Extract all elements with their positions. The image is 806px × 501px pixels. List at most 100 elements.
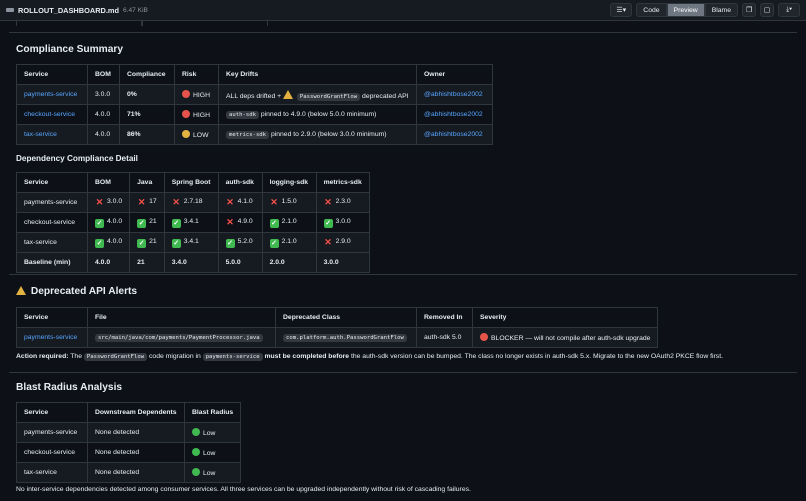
table-row: payments-service src/main/java/com/payme… [16,327,659,348]
divider [9,32,797,33]
column-header: Severity [471,307,659,328]
table-row: tax-service None detected Low [16,462,242,483]
green-circle-icon [192,448,200,456]
dependents-cell: None detected [87,462,185,483]
yellow-circle-icon [182,130,190,138]
version-cell: ✓ 2.1.0 [261,232,317,253]
dependency-detail-table: Service BOM Java Spring Boot auth-sdk lo… [16,172,370,273]
file-header-bar: ROLLOUT_DASHBOARD.md 6.47 KiB ☰▾ Code Pr… [0,0,806,21]
owner-link[interactable]: @abhishtbose2002 [416,124,493,145]
column-header: Blast Radius [183,402,242,423]
bom-cell: 4.0.0 [87,124,120,145]
version-cell: ✕ 3.0.0 [86,192,131,213]
table-row: tax-service ✓ 4.0.0 ✓ 21 ✓ 3.4.1 ✓ 5.2.0 ✓ 2.1.0 ✕ 2… [16,232,370,253]
risk-cell: HIGH [174,84,219,105]
table-row: tax-service 4.0.0 86% LOW metrics-sdk pi… [16,124,493,145]
column-header: File [87,307,276,328]
warning-icon [16,286,26,295]
version-cell: ✓ 3.4.1 [163,232,219,253]
check-icon: ✓ [171,218,181,228]
column-header: metrics-sdk [315,172,370,193]
table-row: checkout-service ✓ 4.0.0 ✓ 21 ✓ 3.4.1 ✕ 4.9.0 ✓ 2.… [16,212,370,233]
removed-cell: auth-sdk 5.0 [416,327,473,348]
blast-radius-title: Blast Radius Analysis [16,382,123,393]
bom-cell: 4.0.0 [87,104,120,125]
compliance-summary-table: Service BOM Compliance Risk Key Drifts O… [16,64,493,145]
copy-button[interactable]: ❐ [742,3,756,17]
red-circle-icon [182,90,190,98]
drift-cell: ALL deps drifted + PasswordGrantFlow dep… [218,84,417,105]
version-cell: ✕ 2.3.0 [315,192,370,213]
table-row: checkout-service None detected Low [16,442,242,463]
baseline-value: 3.4.0 [163,252,219,273]
column-header: Downstream Dependents [87,402,185,423]
version-cell: ✓ 4.0.0 [86,232,131,253]
download-button[interactable]: ⤓▾ [778,3,800,17]
column-header: Service [16,172,88,193]
file-size: 6.47 KiB [123,6,148,14]
column-header: logging-sdk [261,172,317,193]
column-header: Service [16,402,88,423]
column-header: Risk [174,64,219,85]
raw-button[interactable]: ▢ [760,3,774,17]
blame-button[interactable]: Blame [704,3,738,17]
version-cell: ✕ 2.7.18 [163,192,219,213]
code-button[interactable]: Code [636,3,667,17]
owner-link[interactable]: @abhishtbose2002 [416,104,493,125]
check-icon: ✓ [95,218,104,228]
table-row: checkout-service 4.0.0 71% HIGH auth-sdk… [16,104,493,125]
drift-cell: metrics-sdk pinned to 2.9.0 (below 3.0.0… [218,124,417,145]
outline-button[interactable]: ☰▾ [610,3,633,17]
radius-cell: Low [183,422,242,443]
version-cell: ✓ 2.1.0 [261,212,317,233]
service-link[interactable]: checkout-service [16,104,88,125]
column-header: Service [16,307,88,328]
service-link[interactable]: payments-service [16,84,88,105]
baseline-value: 3.0.0 [315,252,370,273]
radius-cell: Low [183,462,242,483]
download-icon: ⤓▾ [786,6,792,13]
red-circle-icon [480,333,488,341]
warning-icon [283,89,293,99]
blast-radius-table: Service Downstream Dependents Blast Radi… [16,402,242,483]
column-header: Java [129,172,165,193]
risk-cell: HIGH [174,104,219,125]
version-cell: ✓ 5.2.0 [217,232,263,253]
service-link[interactable]: payments-service [16,327,88,348]
previous-table-remnant [0,21,806,26]
column-header: auth-sdk [217,172,263,193]
check-icon: ✓ [225,238,235,248]
divider [9,372,797,373]
baseline-row: Baseline (min) 4.0.0 21 3.4.0 5.0.0 2.0.0 3.0.… [16,252,370,273]
service-link[interactable]: tax-service [16,124,88,145]
check-icon: ✓ [269,218,279,228]
radius-cell: Low [183,442,242,463]
file-name: ROLLOUT_DASHBOARD.md [18,5,120,15]
class-cell: com.platform.auth.PasswordGrantFlow [275,327,417,348]
column-header: Compliance [119,64,175,85]
compliance-cell: 86% [119,124,175,145]
preview-button[interactable]: Preview [666,3,705,17]
column-header: Spring Boot [163,172,219,193]
version-cell: ✓ 3.0.0 [315,212,370,233]
column-header: Key Drifts [218,64,417,85]
service-cell: tax-service [16,462,88,483]
version-cell: ✓ 21 [129,232,165,253]
green-circle-icon [192,468,200,476]
raw-icon: ▢ [763,7,771,14]
cross-icon: ✕ [172,197,180,207]
cross-icon: ✕ [226,217,234,227]
check-icon: ✓ [95,238,104,248]
table-row: payments-service 3.0.0 0% HIGH ALL deps … [16,84,493,105]
action-required-note: Action required: The PasswordGrantFlow c… [16,353,723,361]
deprecated-alerts-title: Deprecated API Alerts [16,286,137,297]
version-cell: ✕ 2.9.0 [315,232,370,253]
owner-link[interactable]: @abhishtbose2002 [416,84,493,105]
version-cell: ✓ 3.4.1 [163,212,219,233]
service-cell: payments-service [16,422,88,443]
dependents-cell: None detected [87,422,185,443]
list-icon: ☰▾ [616,7,627,14]
version-cell: ✕ 17 [129,192,165,213]
version-cell: ✓ 21 [129,212,165,233]
column-header: BOM [86,172,131,193]
